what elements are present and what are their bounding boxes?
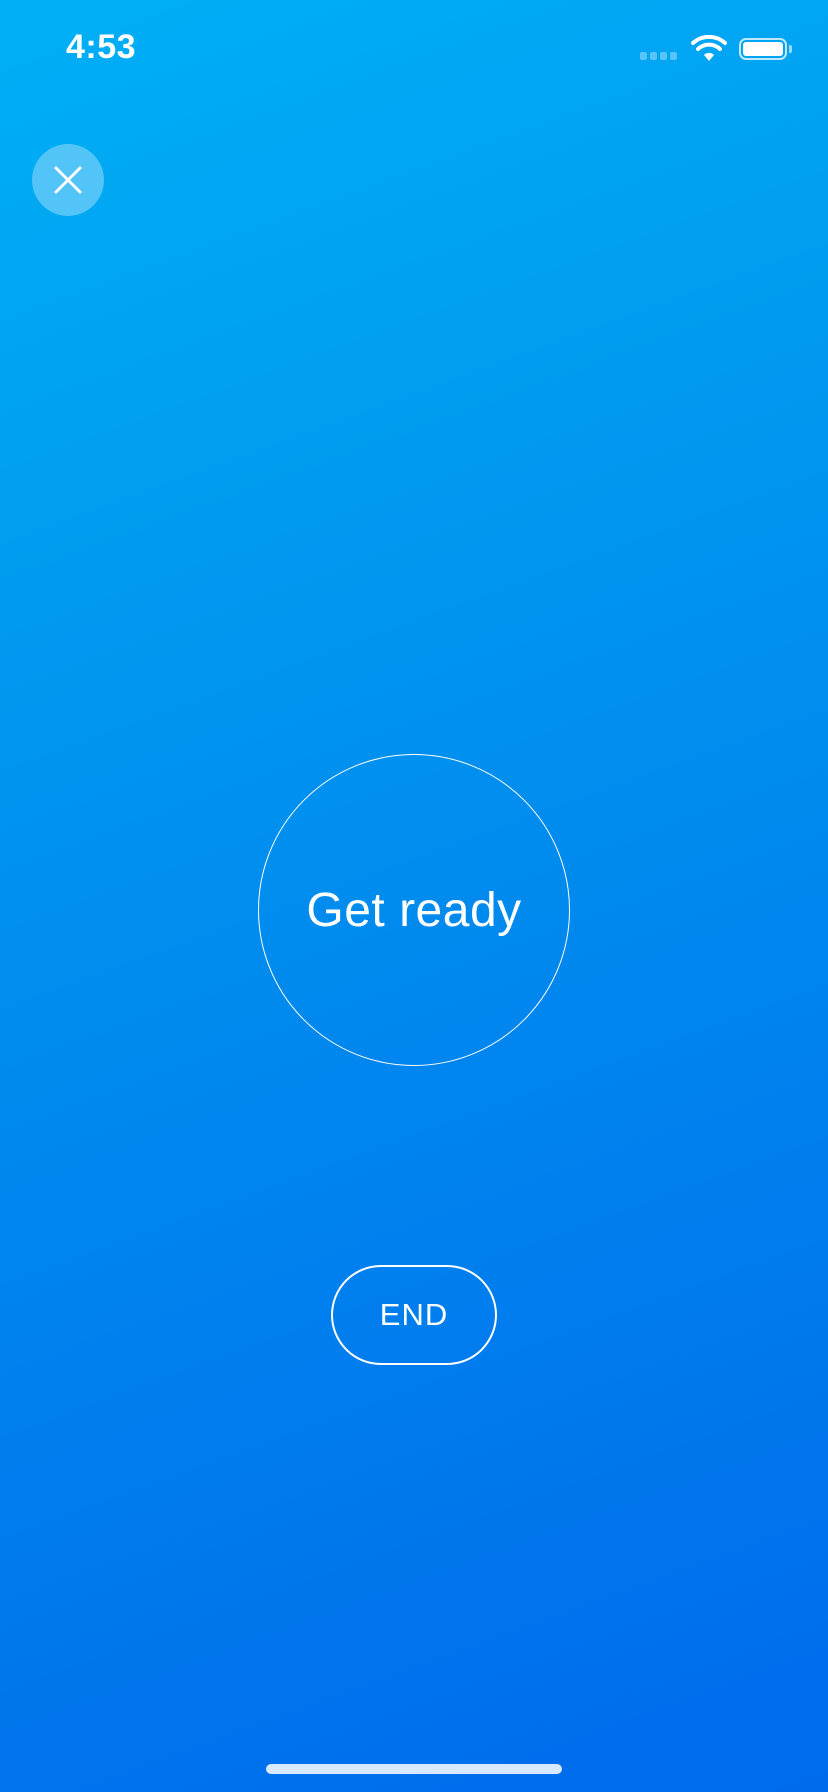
cellular-signal-icon bbox=[640, 38, 677, 60]
close-button[interactable] bbox=[32, 144, 104, 216]
wifi-icon bbox=[691, 35, 727, 61]
end-button[interactable]: END bbox=[331, 1265, 497, 1365]
status-indicators bbox=[640, 34, 792, 64]
status-time: 4:53 bbox=[66, 28, 137, 66]
breathing-session-screen: 4:53 Get ready END bbox=[0, 0, 828, 1792]
battery-cap bbox=[789, 45, 792, 53]
close-icon bbox=[54, 166, 82, 194]
home-indicator[interactable] bbox=[266, 1764, 562, 1774]
prompt-text: Get ready bbox=[306, 883, 522, 937]
battery-icon bbox=[739, 38, 787, 60]
battery-level bbox=[743, 42, 783, 56]
breathing-circle: Get ready bbox=[258, 754, 570, 1066]
